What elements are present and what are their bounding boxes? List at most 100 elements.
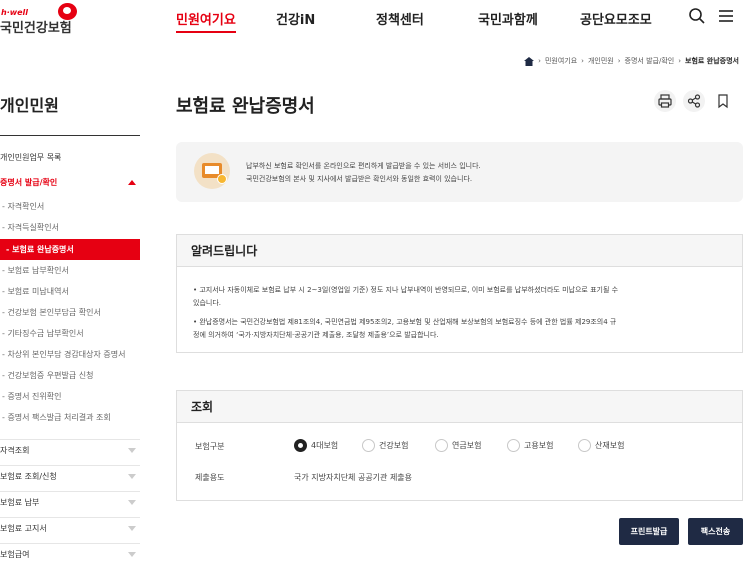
radio-pension-insurance[interactable]: 연금보험 bbox=[435, 439, 481, 452]
radio-circle bbox=[578, 439, 591, 452]
breadcrumb: › 민원여기요 › 개인민원 › 증명서 발급/확인 › 보험료 완납증명서 bbox=[524, 56, 739, 66]
sidebar-sub-item[interactable]: - 증명서 진위확인 bbox=[0, 386, 140, 407]
sidebar-sub-label: 자격득실확인서 bbox=[7, 223, 59, 232]
radio-label: 고용보험 bbox=[524, 441, 554, 450]
notice-text: • 고지서나 자동이체로 보험료 납부 시 2~3일(영업일 기준) 정도 지나… bbox=[193, 286, 619, 294]
nav-minwon[interactable]: 민원여기요 bbox=[176, 9, 236, 33]
purpose-value: 국가 지방자치단체 공공기관 제출용 bbox=[294, 473, 413, 482]
sidebar-sub-label: 차상위 본인부담 경감대상자 증명서 bbox=[7, 350, 126, 359]
sidebar-section-label: 보험료 고지서 bbox=[0, 524, 47, 533]
notice-text: 있습니다. bbox=[193, 299, 221, 307]
certificate-icon bbox=[194, 153, 230, 189]
logo-tagline: h·well bbox=[1, 8, 29, 17]
sidebar-sub-label: 증명서 팩스발급 처리결과 조회 bbox=[7, 413, 111, 422]
sidebar-sub-item-active[interactable]: - 보험료 완납증명서 bbox=[0, 239, 140, 260]
home-icon[interactable] bbox=[524, 56, 535, 66]
notice-text: 정에 의거하여 ‘국가·지방자치단체·공공기관 제출용, 조달청 제출용’으로 … bbox=[193, 331, 439, 339]
logo-name: 국민건강보험 bbox=[0, 21, 72, 36]
sidebar-sub-label: 보험료 미납내역서 bbox=[7, 287, 69, 296]
page-title: 보험료 완납증명서 bbox=[176, 96, 315, 117]
radio-label: 4대보험 bbox=[311, 441, 339, 450]
breadcrumb-item[interactable]: 민원여기요 bbox=[545, 56, 577, 66]
radio-health-insurance[interactable]: 건강보험 bbox=[362, 439, 408, 452]
sidebar-section-label: 자격조회 bbox=[0, 446, 30, 455]
sidebar-sub-label: 기타징수금 납부확인서 bbox=[7, 329, 84, 338]
query-title: 조회 bbox=[177, 391, 742, 423]
radio-industrial-insurance[interactable]: 산재보험 bbox=[578, 439, 624, 452]
radio-label: 산재보험 bbox=[595, 441, 625, 450]
sidebar-sub-label: 자격확인서 bbox=[7, 202, 45, 211]
site-header: h·well 국민건강보험 민원여기요 건강iN 정책센터 국민과함께 공단요모… bbox=[0, 0, 743, 38]
sidebar-sub-label: 보험료 완납증명서 bbox=[12, 245, 74, 254]
sidebar-sub-item[interactable]: - 보험료 미납내역서 bbox=[0, 281, 140, 302]
breadcrumb-current: 보험료 완납증명서 bbox=[685, 57, 739, 65]
nav-health-in[interactable]: 건강iN bbox=[276, 9, 315, 28]
share-button[interactable] bbox=[683, 90, 705, 112]
breadcrumb-separator: › bbox=[581, 57, 584, 65]
radio-circle bbox=[294, 439, 307, 452]
sidebar-divider bbox=[0, 135, 140, 136]
bookmark-button[interactable] bbox=[712, 90, 734, 112]
sidebar-sub-label: 건강보험 본인부담금 확인서 bbox=[7, 308, 101, 317]
nav-with-public[interactable]: 국민과함께 bbox=[478, 9, 538, 28]
sidebar-sub-item[interactable]: - 보험료 납부확인서 bbox=[0, 260, 140, 281]
sidebar-sub-item[interactable]: - 기타징수금 납부확인서 bbox=[0, 323, 140, 344]
sidebar-section-certificates[interactable]: 증명서 발급/확인 bbox=[0, 172, 140, 193]
print-icon bbox=[658, 94, 672, 108]
sidebar-section[interactable]: 보험급여 bbox=[0, 543, 140, 564]
sidebar-section[interactable]: 보험료 조회/신청 bbox=[0, 465, 140, 486]
notice-title: 알려드립니다 bbox=[177, 235, 742, 267]
radio-label: 연금보험 bbox=[452, 441, 482, 450]
sidebar-item-list[interactable]: 개인민원업무 목록 bbox=[0, 147, 140, 168]
radio-label: 건강보험 bbox=[379, 441, 409, 450]
heart-icon bbox=[58, 3, 77, 20]
expand-arrow-icon bbox=[128, 448, 136, 453]
expand-arrow-icon bbox=[128, 526, 136, 531]
purpose-label: 제출용도 bbox=[195, 473, 225, 482]
nav-corporation[interactable]: 공단요모조모 bbox=[580, 9, 652, 28]
notice-panel: 알려드립니다 • 고지서나 자동이체로 보험료 납부 시 2~3일(영업일 기준… bbox=[176, 234, 743, 353]
print-issue-button[interactable]: 프린트발급 bbox=[619, 518, 679, 545]
radio-circle bbox=[362, 439, 375, 452]
sidebar-sub-label: 보험료 납부확인서 bbox=[7, 266, 69, 275]
sidebar-sub-item[interactable]: - 건강보험 본인부담금 확인서 bbox=[0, 302, 140, 323]
share-icon bbox=[687, 94, 701, 108]
sidebar-sub-label: 건강보험증 우편발급 신청 bbox=[7, 371, 94, 380]
query-panel: 조회 보험구분 4대보험 건강보험 연금보험 고용보험 산재보험 제출용도 국가… bbox=[176, 390, 743, 501]
sidebar-sub-item[interactable]: - 차상위 본인부담 경감대상자 증명서 bbox=[0, 344, 140, 365]
sidebar-sub-item[interactable]: - 증명서 팩스발급 처리결과 조회 bbox=[0, 407, 140, 428]
expand-arrow-icon bbox=[128, 474, 136, 479]
sidebar-section[interactable]: 자격조회 bbox=[0, 439, 140, 460]
breadcrumb-separator: › bbox=[538, 57, 541, 65]
breadcrumb-separator: › bbox=[678, 57, 682, 65]
expand-arrow-icon bbox=[128, 500, 136, 505]
radio-4-insurance[interactable]: 4대보험 bbox=[294, 439, 338, 452]
insurance-type-label: 보험구분 bbox=[195, 442, 225, 451]
bookmark-icon bbox=[718, 94, 728, 109]
sidebar-title: 개인민원 bbox=[0, 96, 59, 115]
notice-text: • 완납증명서는 국민건강보험법 제81조의4, 국민연금법 제95조의2, 고… bbox=[193, 318, 617, 326]
sidebar-section-label: 보험료 납부 bbox=[0, 498, 40, 507]
info-text: 국민건강보험의 본사 및 지사에서 발급받은 확인서와 동일한 효력이 있습니다… bbox=[246, 175, 473, 183]
radio-circle bbox=[507, 439, 520, 452]
sidebar-sub-label: 증명서 진위확인 bbox=[7, 392, 62, 401]
breadcrumb-separator: › bbox=[617, 57, 621, 65]
info-text: 납부하신 보험료 확인서를 온라인으로 편리하게 발급받을 수 있는 서비스 입… bbox=[246, 162, 481, 170]
sidebar-section[interactable]: 보험료 고지서 bbox=[0, 517, 140, 538]
sidebar-section[interactable]: 보험료 납부 bbox=[0, 491, 140, 512]
site-logo[interactable]: h·well 국민건강보험 bbox=[0, 2, 80, 36]
sidebar-section-label: 증명서 발급/확인 bbox=[0, 178, 58, 187]
sidebar-sub-item[interactable]: - 자격득실확인서 bbox=[0, 217, 140, 238]
collapse-arrow-icon bbox=[128, 180, 136, 185]
fax-send-button[interactable]: 팩스전송 bbox=[688, 518, 743, 545]
sidebar-sub-item[interactable]: - 자격확인서 bbox=[0, 196, 140, 217]
nav-policy-center[interactable]: 정책센터 bbox=[376, 9, 424, 28]
service-info-box: 납부하신 보험료 확인서를 온라인으로 편리하게 발급받을 수 있는 서비스 입… bbox=[176, 142, 743, 202]
hamburger-menu-icon[interactable] bbox=[716, 6, 736, 26]
sidebar-sub-item[interactable]: - 건강보험증 우편발급 신청 bbox=[0, 365, 140, 386]
breadcrumb-item[interactable]: 증명서 발급/확인 bbox=[625, 56, 675, 66]
print-button[interactable] bbox=[654, 90, 676, 112]
radio-employment-insurance[interactable]: 고용보험 bbox=[507, 439, 553, 452]
search-icon[interactable] bbox=[687, 6, 707, 26]
breadcrumb-item[interactable]: 개인민원 bbox=[588, 56, 614, 66]
